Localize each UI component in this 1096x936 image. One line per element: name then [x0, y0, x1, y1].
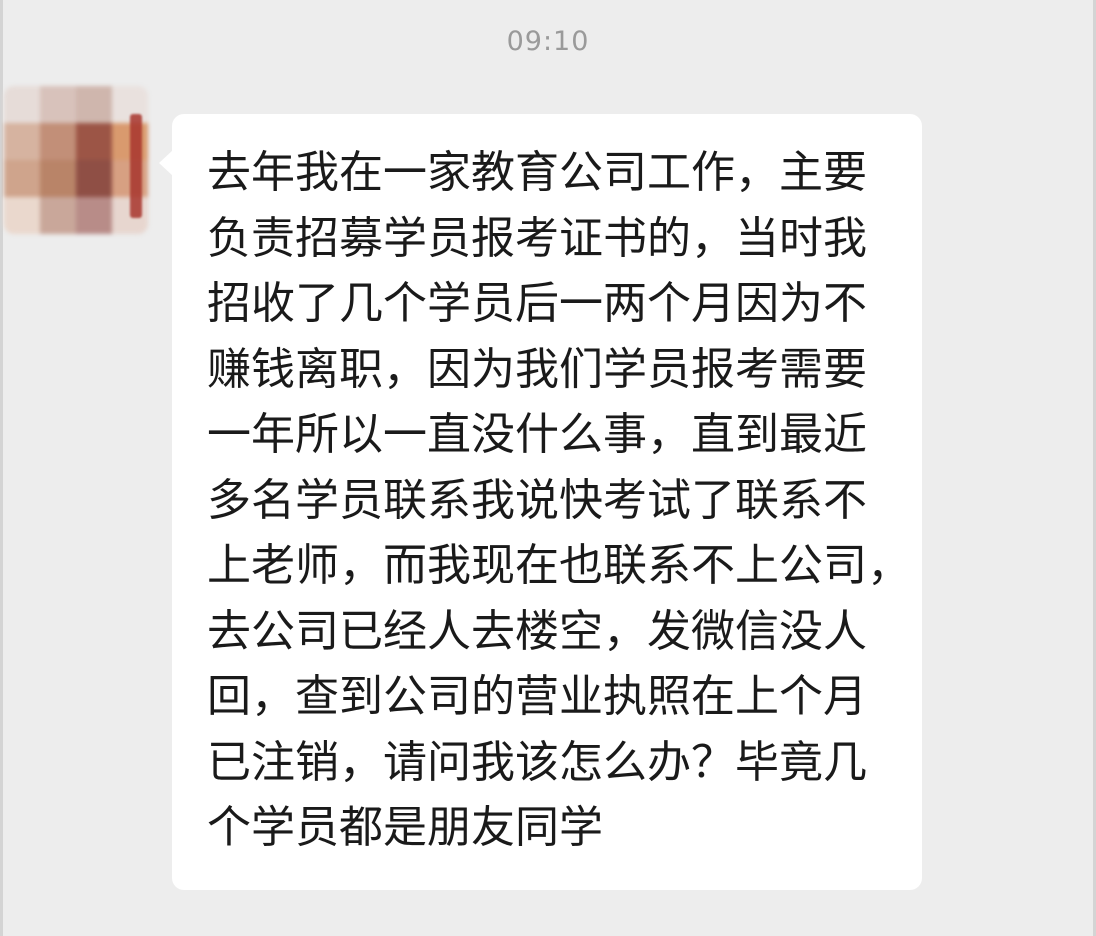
avatar-mosaic-cell: [4, 197, 40, 234]
message-line: 已注销，请问我该怎么办？毕竟几: [207, 736, 867, 788]
left-edge-divider: [0, 0, 3, 936]
avatar-mosaic-cell: [4, 86, 40, 123]
avatar-mosaic-cell: [76, 86, 112, 123]
message-line: 个学员都是朋友同学: [207, 802, 603, 853]
avatar-accent: [130, 114, 142, 218]
avatar-mosaic-cell: [40, 86, 76, 123]
message-timestamp: 09:10: [506, 26, 590, 57]
message-line: 回，查到公司的营业执照在上个月: [207, 671, 867, 722]
message-bubble-tail: [159, 150, 173, 176]
blurred-avatar-icon[interactable]: [4, 86, 148, 234]
avatar-mosaic-cell: [4, 160, 40, 197]
message-line: 一年所以一直没什么事，直到最近: [207, 409, 867, 460]
avatar-mosaic-cell: [40, 160, 76, 197]
message-bubble[interactable]: 去年我在一家教育公司工作，主要 负责招募学员报考证书的，当时我 招收了几个学员后…: [172, 114, 922, 890]
avatar-mosaic-cell: [76, 160, 112, 197]
message-line: 赚钱离职，因为我们学员报考需要: [207, 343, 867, 395]
message-line: 上老师，而我现在也联系不上公司，: [207, 540, 911, 591]
avatar-mosaic-cell: [76, 123, 112, 160]
message-line: 招收了几个学员后一两个月因为不: [207, 278, 867, 329]
avatar-mosaic-cell: [40, 197, 76, 234]
avatar-mosaic-cell: [76, 197, 112, 234]
message-line: 多名学员联系我说快考试了联系不: [207, 474, 867, 526]
message-line: 去公司已经人去楼空，发微信没人: [207, 605, 867, 657]
avatar-mosaic-cell: [40, 123, 76, 160]
message-line: 负责招募学员报考证书的，当时我: [207, 212, 867, 264]
message-line: 去年我在一家教育公司工作，主要: [207, 147, 867, 198]
avatar-mosaic-cell: [4, 123, 40, 160]
